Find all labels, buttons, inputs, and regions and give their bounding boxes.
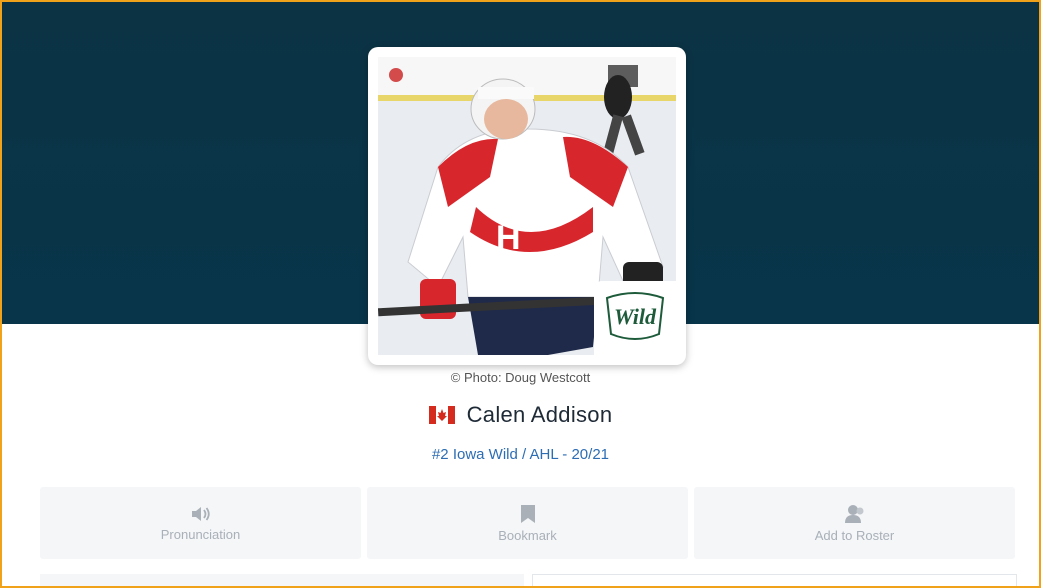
player-team-link[interactable]: #2 Iowa Wild / AHL - 20/21 (2, 446, 1039, 463)
photo-credit: © Photo: Doug Westcott (450, 370, 591, 385)
player-photo-card: H Wild (368, 47, 686, 365)
canada-flag-icon (428, 406, 455, 424)
page-frame: H Wild © Photo: Doug Westcott Calen Addi… (0, 0, 1041, 588)
bookmark-button[interactable]: Bookmark (367, 487, 688, 559)
player-name: Calen Addison (466, 402, 613, 427)
player-name-row: Calen Addison (2, 402, 1039, 428)
user-add-icon (844, 504, 863, 523)
add-to-roster-button[interactable]: Add to Roster (694, 487, 1015, 559)
player-photo: H Wild (378, 57, 676, 355)
team-logo: Wild (594, 281, 676, 355)
content-panel-right (532, 574, 1017, 586)
pronunciation-button[interactable]: Pronunciation (40, 487, 361, 559)
svg-text:H: H (496, 219, 521, 257)
bookmark-icon (520, 504, 535, 523)
wild-logo-icon: Wild (605, 292, 665, 340)
add-to-roster-label: Add to Roster (814, 527, 895, 543)
bookmark-label: Bookmark (498, 527, 557, 543)
action-bar: Pronunciation Bookmark Add to Roster (40, 487, 1015, 559)
pronunciation-label: Pronunciation (160, 526, 241, 542)
content-panel-left (40, 574, 524, 586)
svg-text:Wild: Wild (614, 304, 657, 329)
speaker-icon (191, 506, 210, 521)
